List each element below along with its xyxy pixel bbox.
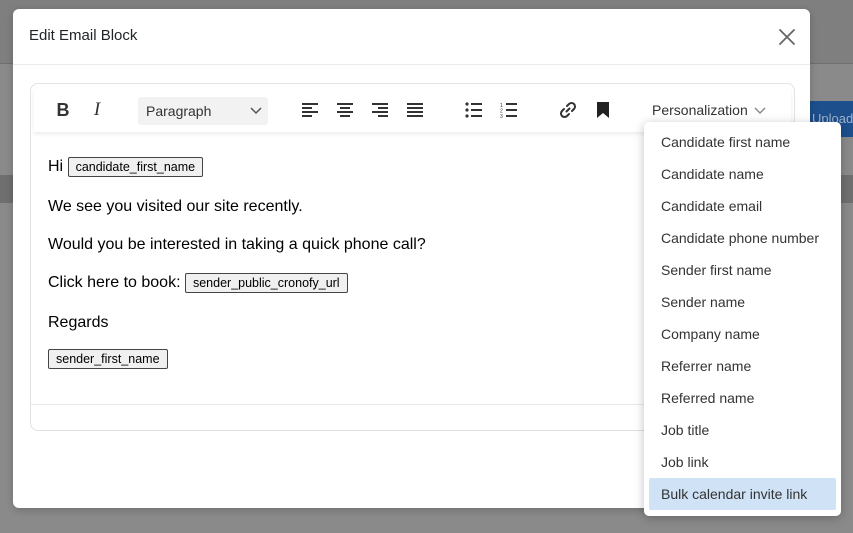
- numbered-list-icon[interactable]: 123: [499, 100, 519, 120]
- signature-line: sender_first_name: [48, 349, 168, 369]
- block-format-value: Paragraph: [146, 103, 212, 119]
- chevron-down-icon: [754, 107, 766, 115]
- bullet-list-icon[interactable]: [464, 100, 484, 120]
- italic-button[interactable]: I: [87, 99, 107, 120]
- menu-item-candidate-first-name[interactable]: Candidate first name: [644, 126, 841, 158]
- menu-item-referrer-name[interactable]: Referrer name: [644, 350, 841, 382]
- merge-tag-sender-public-cronofy-url[interactable]: sender_public_cronofy_url: [184, 273, 348, 293]
- menu-item-bulk-calendar-invite-link[interactable]: Bulk calendar invite link: [649, 478, 836, 510]
- menu-item-candidate-phone-number[interactable]: Candidate phone number: [644, 222, 841, 254]
- menu-item-job-link[interactable]: Job link: [644, 446, 841, 478]
- booking-line: Click here to book: sender_public_cronof…: [48, 273, 348, 293]
- modal-header: Edit Email Block: [13, 9, 810, 65]
- close-icon[interactable]: [776, 26, 798, 48]
- align-left-icon[interactable]: [300, 100, 320, 120]
- link-icon[interactable]: [558, 100, 578, 120]
- chevron-down-icon: [250, 107, 262, 115]
- body-line: We see you visited our site recently.: [48, 198, 303, 215]
- modal-title: Edit Email Block: [29, 27, 138, 44]
- body-line: Would you be interested in taking a quic…: [48, 236, 426, 253]
- merge-tag-candidate-first-name[interactable]: candidate_first_name: [67, 157, 204, 177]
- menu-item-candidate-name[interactable]: Candidate name: [644, 158, 841, 190]
- menu-item-job-title[interactable]: Job title: [644, 414, 841, 446]
- block-format-select[interactable]: Paragraph: [138, 97, 268, 125]
- menu-item-sender-first-name[interactable]: Sender first name: [644, 254, 841, 286]
- bookmark-icon[interactable]: [593, 100, 613, 120]
- personalization-label: Personalization: [652, 102, 748, 118]
- merge-tag-sender-first-name[interactable]: sender_first_name: [48, 349, 168, 369]
- svg-text:3: 3: [500, 114, 503, 118]
- align-center-icon[interactable]: [335, 100, 355, 120]
- bold-button[interactable]: B: [53, 100, 73, 120]
- align-justify-icon[interactable]: [405, 100, 425, 120]
- menu-item-candidate-email[interactable]: Candidate email: [644, 190, 841, 222]
- greeting-text: Hi: [48, 158, 64, 176]
- menu-item-referred-name[interactable]: Referred name: [644, 382, 841, 414]
- booking-text: Click here to book:: [48, 274, 181, 292]
- menu-item-company-name[interactable]: Company name: [644, 318, 841, 350]
- menu-item-sender-name[interactable]: Sender name: [644, 286, 841, 318]
- personalization-dropdown-button[interactable]: Personalization: [652, 100, 766, 120]
- align-right-icon[interactable]: [370, 100, 390, 120]
- greeting-line: Hi candidate_first_name: [48, 157, 204, 177]
- closing-line: Regards: [48, 314, 109, 331]
- personalization-menu: Candidate first name Candidate name Cand…: [644, 122, 841, 516]
